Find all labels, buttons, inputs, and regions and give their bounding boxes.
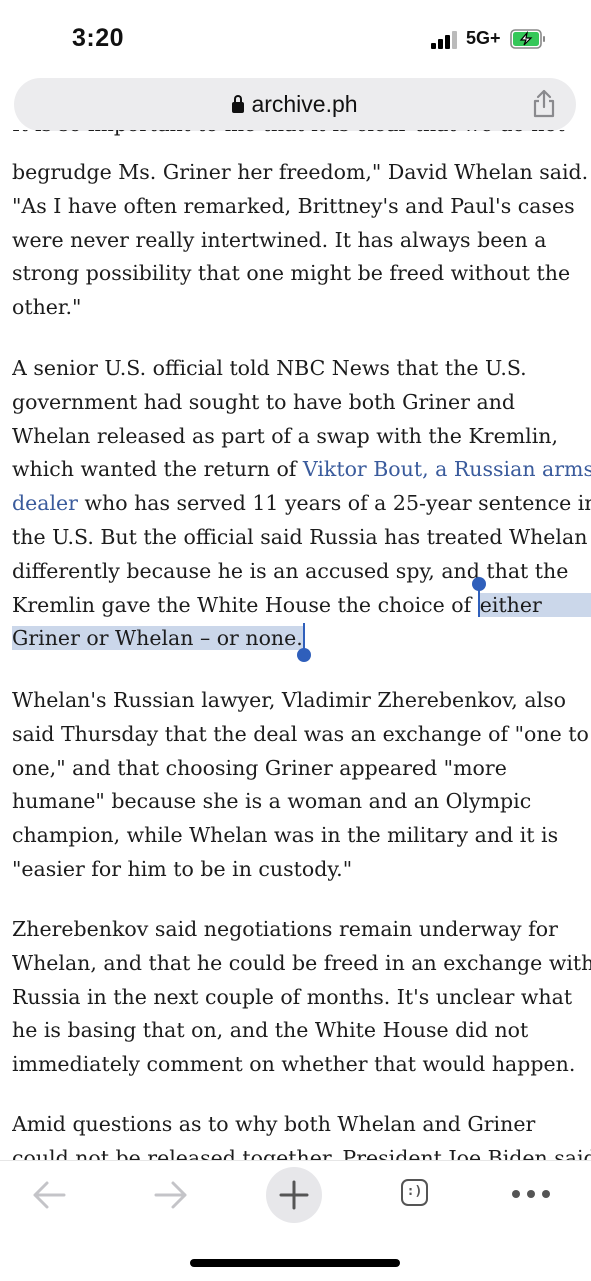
selected-text[interactable]: either: [479, 592, 591, 617]
text-line: differently because he is an accused spy…: [12, 558, 569, 583]
text-line: Whelan, and that he could be freed in an…: [12, 950, 591, 975]
status-time: 3:20: [72, 24, 125, 52]
text-line: Griner or Whelan – or none.: [12, 622, 591, 663]
home-indicator[interactable]: [190, 1259, 400, 1267]
text-line: "As I have often remarked, Brittney's an…: [12, 193, 575, 218]
viktor-bout-link-continued[interactable]: dealer: [12, 491, 78, 515]
text-span: who has served 11 years of a 25-year sen…: [77, 491, 591, 516]
status-bar: 3:20 5G+: [0, 0, 591, 78]
viktor-bout-link[interactable]: Viktor Bout, a Russian arms: [303, 457, 591, 481]
ellipsis-icon[interactable]: [512, 1190, 552, 1198]
network-type: 5G+: [466, 28, 501, 48]
text-line: Whelan released as part of a swap with t…: [12, 423, 558, 448]
selection-start-handle[interactable]: [471, 576, 486, 617]
text-line: A senior U.S. official told NBC News tha…: [12, 356, 527, 380]
lock-icon: [232, 95, 245, 113]
arrow-left-icon[interactable]: [30, 1178, 68, 1212]
text-line: humane" because she is a woman and an Ol…: [12, 789, 532, 814]
text-line: Amid questions as to why both Whelan and…: [12, 1112, 536, 1136]
text-line: Whelan's Russian lawyer, Vladimir Zhereb…: [12, 688, 566, 712]
text-line: Russia in the next couple of months. It'…: [12, 984, 573, 1009]
tabs-count-button[interactable]: :): [401, 1179, 428, 1206]
text-line: champion, while Whelan was in the milita…: [12, 823, 559, 848]
paragraph-quote: begrudge Ms. Griner her freedom," David …: [12, 156, 591, 325]
text-line: the U.S. But the official said Russia ha…: [12, 524, 588, 549]
text-line: "easier for him to be in custody.": [12, 856, 353, 881]
paragraph-biden: Amid questions as to why both Whelan and…: [12, 1108, 591, 1160]
url-domain: archive.ph: [251, 91, 358, 117]
selection-end-handle[interactable]: [296, 623, 311, 663]
paragraph-negotiations: Zherebenkov said negotiations remain und…: [12, 913, 591, 1082]
text-span: which wanted the return of: [12, 457, 303, 482]
selection-end-knob[interactable]: [296, 648, 311, 663]
selected-text[interactable]: Griner or Whelan – or none.: [12, 626, 303, 651]
text-line: government had sought to have both Grine…: [12, 389, 516, 414]
battery-charging-icon: [510, 29, 545, 49]
plus-icon: [279, 1180, 309, 1210]
text-line: which wanted the return of Viktor Bout, …: [12, 453, 591, 487]
text-line: other.": [12, 295, 82, 320]
text-line: were never really intertwined. It has al…: [12, 227, 547, 252]
text-span: Kremlin gave the White House the choice …: [12, 592, 478, 617]
selection-start-knob[interactable]: [471, 576, 486, 591]
text-line: said Thursday that the deal was an excha…: [12, 721, 589, 746]
text-line: he is basing that on, and the White Hous…: [12, 1018, 529, 1043]
text-line: begrudge Ms. Griner her freedom," David …: [12, 160, 589, 184]
article-body: It is so important to me that it is clea…: [12, 130, 591, 1160]
text-line: immediately comment on whether that woul…: [12, 1052, 576, 1077]
share-icon[interactable]: [528, 88, 560, 120]
text-line: Zherebenkov said negotiations remain und…: [12, 917, 558, 941]
text-line: could not be released together, Presiden…: [12, 1145, 591, 1160]
signal-strength-icon: [431, 31, 461, 49]
text-line: dealer who has served 11 years of a 25-y…: [12, 487, 591, 521]
arrow-right-icon[interactable]: [152, 1178, 190, 1212]
cutoff-text-line: It is so important to me that it is clea…: [12, 130, 565, 142]
text-line: strong possibility that one might be fre…: [12, 261, 571, 286]
new-tab-button[interactable]: [266, 1167, 322, 1223]
address-bar[interactable]: archive.ph: [14, 78, 576, 131]
text-line: Kremlin gave the White House the choice …: [12, 576, 591, 623]
paragraph-official: A senior U.S. official told NBC News tha…: [12, 352, 591, 663]
paragraph-lawyer: Whelan's Russian lawyer, Vladimir Zhereb…: [12, 684, 591, 887]
url-display[interactable]: archive.ph: [14, 91, 576, 118]
text-line: one," and that choosing Griner appeared …: [12, 755, 507, 780]
